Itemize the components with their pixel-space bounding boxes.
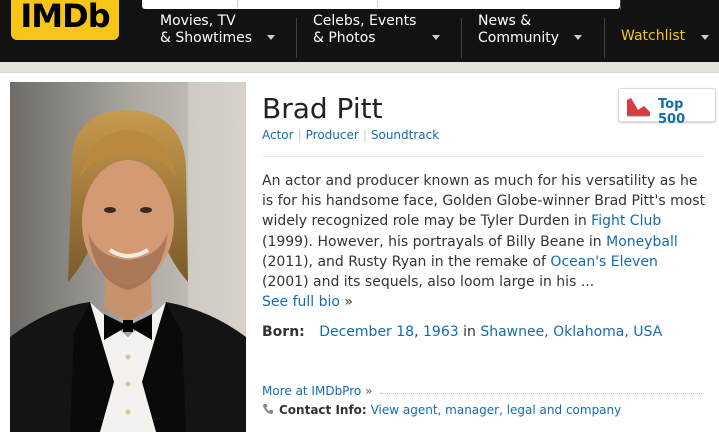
chevron-down-icon (267, 35, 275, 40)
birth-place-link[interactable]: Shawnee, Oklahoma, USA (480, 324, 662, 340)
top-nav-bar: IMDb Movies, TV & Showtimes Celebs, Even… (0, 0, 719, 62)
chevron-down-icon[interactable] (701, 35, 709, 40)
search-divider (377, 0, 378, 7)
nav-movies-tv-showtimes[interactable]: Movies, TV & Showtimes (160, 13, 252, 59)
contact-info-label: Contact Info: (279, 403, 367, 417)
nav-label: News & Community (478, 13, 560, 46)
bio-text: (2011), and Rusty Ryan in the remake of (262, 253, 551, 270)
profession-list: Actor | Producer | Soundtrack (262, 128, 439, 142)
profession-link-soundtrack[interactable]: Soundtrack (371, 128, 439, 142)
search-input[interactable] (142, 0, 620, 9)
person-photo-illustration (10, 82, 246, 432)
search-divider (237, 0, 238, 7)
chevron-down-icon (574, 35, 582, 40)
profession-link-producer[interactable]: Producer (306, 128, 359, 142)
see-full-bio-link[interactable]: See full bio » (262, 294, 353, 310)
phone-icon (262, 403, 274, 415)
chevron-down-icon (432, 35, 440, 40)
person-name: Brad Pitt (262, 92, 383, 125)
nav-divider (604, 18, 605, 58)
profession-separator: | (297, 128, 302, 142)
logo-text: IMDb (20, 0, 110, 35)
nav-label: Movies, TV & Showtimes (160, 13, 253, 46)
divider (262, 156, 704, 157)
imdb-logo[interactable]: IMDb (11, 0, 119, 40)
starmeter-badge[interactable]: Top 500 (618, 88, 716, 127)
birth-year-link[interactable]: 1963 (423, 324, 459, 340)
more-at-imdbpro[interactable]: More at IMDbPro » (262, 384, 372, 398)
see-full-bio-arrow: » (344, 294, 353, 311)
nav-label: Celebs, Events & Photos (313, 13, 417, 46)
top-500-label: Top 500 (658, 97, 686, 127)
born-in-text: in (463, 324, 476, 340)
born-comma: , (414, 324, 423, 340)
starmeter-chart-icon (624, 94, 652, 118)
contact-info: Contact Info: View agent, manager, legal… (262, 403, 621, 417)
profession-separator: | (362, 128, 367, 142)
contact-info-link[interactable]: View agent, manager, legal and company (371, 403, 622, 417)
birth-date-link[interactable]: December 18 (319, 324, 414, 340)
watchlist-link[interactable]: Watchlist (621, 28, 685, 44)
nav-news-community[interactable]: News & Community (478, 13, 559, 59)
nav-divider (296, 18, 297, 58)
bio-link-oceans-eleven[interactable]: Ocean's Eleven (550, 254, 658, 270)
bio-text: (1999). However, his portrayals of Billy… (262, 233, 607, 250)
bio-text: (2001) and its sequels, also loom large … (262, 274, 595, 291)
more-arrow: » (365, 384, 373, 398)
dotted-divider (380, 393, 704, 394)
see-full-bio-label: See full bio (262, 294, 340, 311)
search-button[interactable] (620, 0, 719, 9)
profession-link-actor[interactable]: Actor (262, 128, 294, 142)
birth-info: Born: December 18, 1963 in Shawnee, Okla… (262, 324, 662, 340)
more-at-imdbpro-label: More at IMDbPro (262, 384, 362, 398)
born-label: Born: (262, 324, 305, 340)
bio-link-moneyball[interactable]: Moneyball (606, 234, 678, 250)
bio-summary: An actor and producer known as much for … (262, 171, 708, 312)
nav-celebs-events-photos[interactable]: Celebs, Events & Photos (313, 13, 416, 59)
nav-divider (461, 18, 462, 58)
bio-link-fight-club[interactable]: Fight Club (591, 213, 661, 229)
person-photo[interactable] (10, 82, 246, 432)
